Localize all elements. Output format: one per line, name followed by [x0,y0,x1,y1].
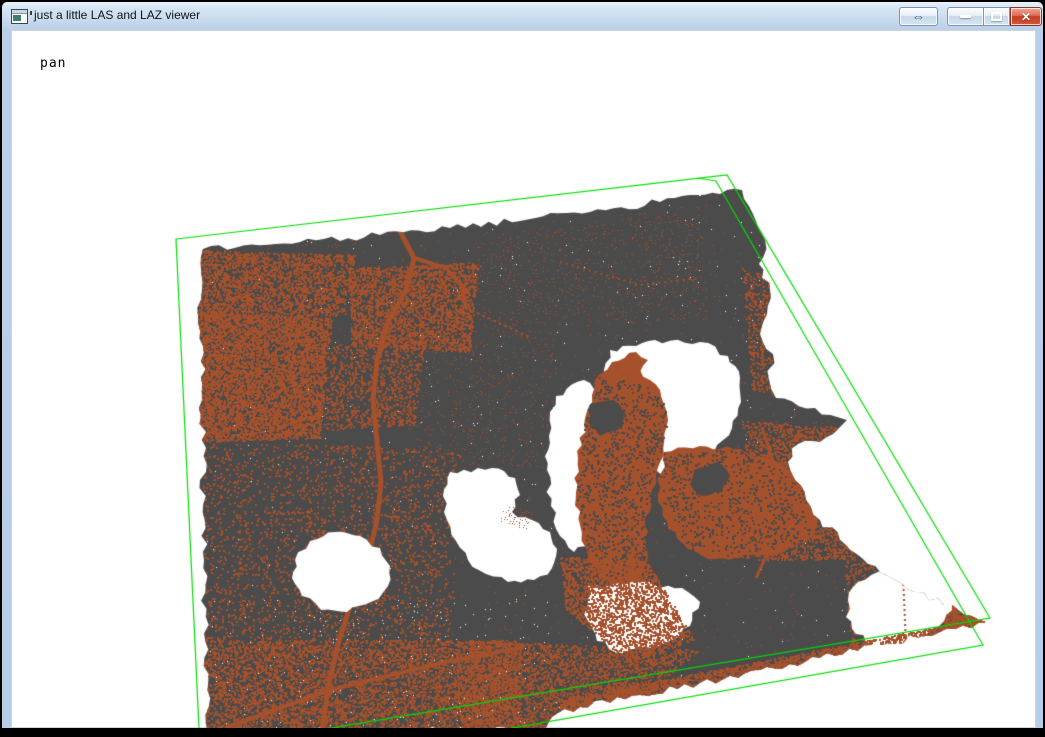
resize-toggle-button[interactable]: ⇔ [899,7,938,26]
minimize-button[interactable] [947,7,984,26]
app-icon [11,9,28,24]
screenshot-root: { "window": { "title": "just a little LA… [0,0,1045,737]
app-icon-square [13,15,21,21]
maximize-button[interactable] [984,7,1010,26]
close-button[interactable]: ✕ [1010,7,1042,26]
window: just a little LAS and LAZ viewer ⇔ ✕ pan [2,2,1043,728]
title-bar[interactable]: just a little LAS and LAZ viewer ⇔ ✕ [2,2,1043,30]
client-area: pan [11,30,1036,728]
resize-arrows-icon: ⇔ [912,10,925,23]
app-icon-top [12,10,27,14]
point-cloud-canvas[interactable] [11,30,1036,728]
mode-label: pan [40,56,66,71]
maximize-icon [991,12,1002,21]
minimize-icon [960,15,971,18]
close-icon: ✕ [1021,11,1031,23]
window-title: just a little LAS and LAZ viewer [34,8,200,22]
app-icon-tick [30,11,32,15]
